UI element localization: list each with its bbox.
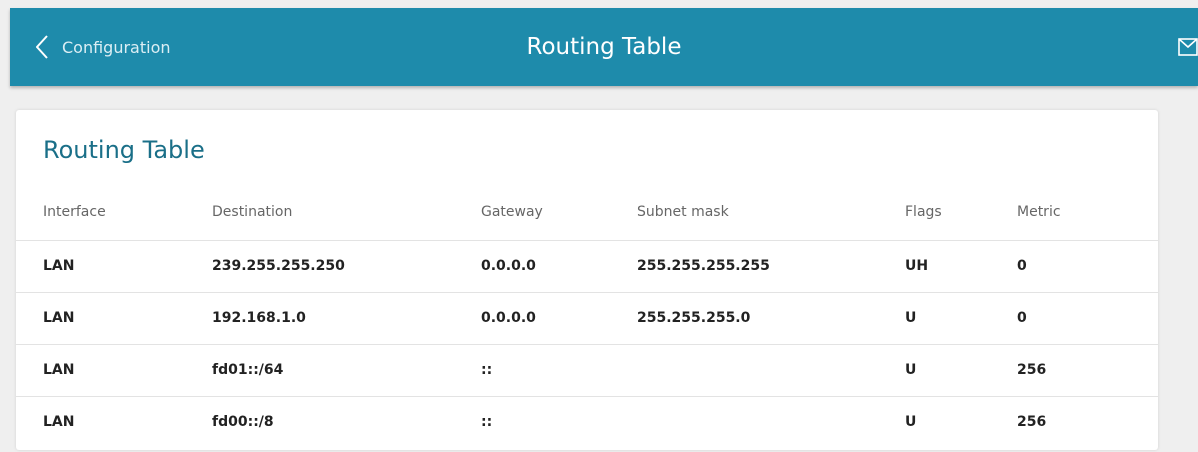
card-title: Routing Table	[43, 136, 205, 164]
cell-subnet-mask: 255.255.255.255	[637, 258, 770, 274]
chevron-left-icon	[36, 35, 48, 59]
cell-destination: 239.255.255.250	[212, 258, 345, 274]
back-button[interactable]: Configuration	[36, 8, 171, 86]
table-row[interactable]: LAN 239.255.255.250 0.0.0.0 255.255.255.…	[16, 240, 1158, 292]
cell-destination: fd00::/8	[212, 414, 274, 430]
cell-interface: LAN	[43, 258, 75, 274]
cell-gateway: ::	[481, 362, 493, 378]
top-bar: Configuration Routing Table	[10, 8, 1198, 86]
cell-interface: LAN	[43, 310, 75, 326]
cell-gateway: 0.0.0.0	[481, 258, 536, 274]
cell-interface: LAN	[43, 362, 75, 378]
cell-interface: LAN	[43, 414, 75, 430]
cell-flags: UH	[905, 258, 929, 274]
cell-gateway: 0.0.0.0	[481, 310, 536, 326]
cell-flags: U	[905, 362, 917, 378]
cell-metric: 0	[1017, 310, 1027, 326]
table-row[interactable]: LAN fd00::/8 :: U 256	[16, 396, 1158, 448]
cell-metric: 256	[1017, 362, 1047, 378]
cell-flags: U	[905, 310, 917, 326]
column-header-metric: Metric	[1017, 204, 1061, 220]
column-header-interface: Interface	[43, 204, 106, 220]
cell-gateway: ::	[481, 414, 493, 430]
table-header: Interface Destination Gateway Subnet mas…	[16, 196, 1158, 240]
table-row[interactable]: LAN 192.168.1.0 0.0.0.0 255.255.255.0 U …	[16, 292, 1158, 344]
cell-metric: 0	[1017, 258, 1027, 274]
column-header-subnet-mask: Subnet mask	[637, 204, 729, 220]
cell-destination: fd01::/64	[212, 362, 284, 378]
table-row[interactable]: LAN fd01::/64 :: U 256	[16, 344, 1158, 396]
back-label: Configuration	[62, 37, 171, 57]
mail-icon[interactable]	[1178, 38, 1198, 56]
cell-flags: U	[905, 414, 917, 430]
cell-metric: 256	[1017, 414, 1047, 430]
column-header-destination: Destination	[212, 204, 293, 220]
routing-table-card: Routing Table Interface Destination Gate…	[16, 110, 1158, 450]
column-header-gateway: Gateway	[481, 204, 543, 220]
cell-subnet-mask: 255.255.255.0	[637, 310, 751, 326]
column-header-flags: Flags	[905, 204, 942, 220]
page-title: Routing Table	[526, 34, 682, 60]
cell-destination: 192.168.1.0	[212, 310, 306, 326]
